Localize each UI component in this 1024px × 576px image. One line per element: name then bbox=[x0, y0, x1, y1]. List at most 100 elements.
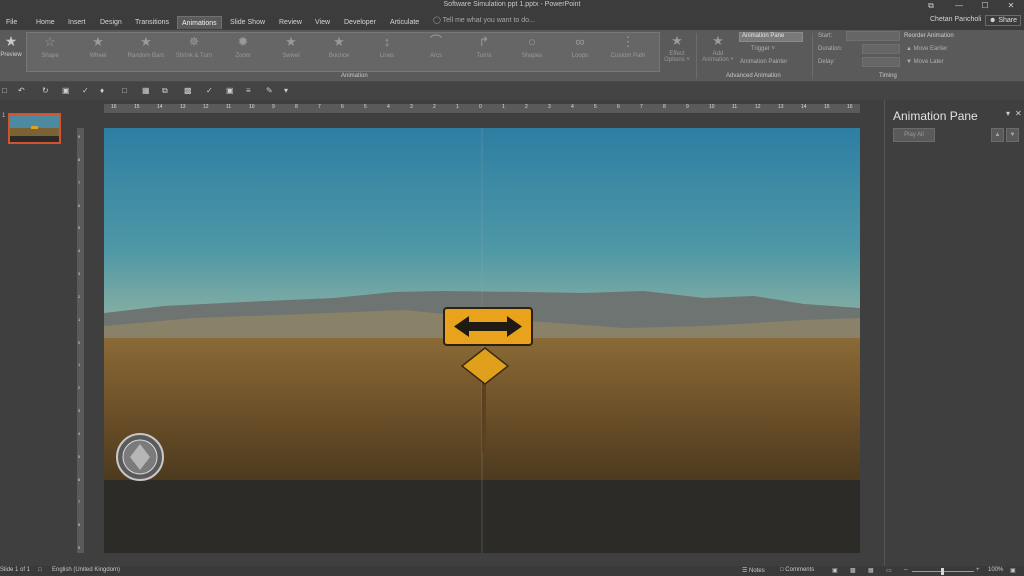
ruler-tick: 3 bbox=[78, 408, 81, 413]
user-name[interactable]: Chetan Pancholi bbox=[930, 16, 981, 23]
move-later-button[interactable]: ▼ Move Later bbox=[906, 59, 944, 65]
ruler-tick: 14 bbox=[157, 104, 163, 110]
delay-input[interactable] bbox=[862, 57, 900, 67]
tell-me-search[interactable]: ◯ Tell me what you want to do... bbox=[433, 16, 535, 24]
tab-slide-show[interactable]: Slide Show bbox=[226, 16, 269, 29]
star-icon: ★ bbox=[92, 34, 104, 49]
close-button[interactable]: ✕ bbox=[1000, 0, 1022, 12]
arc-path-icon: ⌒ bbox=[429, 34, 443, 49]
slide-layout-icon[interactable]: ▩ bbox=[184, 86, 192, 95]
duration-input[interactable] bbox=[862, 44, 900, 54]
animation-wheel[interactable]: ★ Wheel bbox=[73, 34, 123, 59]
draw-icon[interactable]: ✎ bbox=[266, 86, 273, 95]
comments-button[interactable]: □ Comments bbox=[780, 567, 814, 573]
tab-design[interactable]: Design bbox=[96, 16, 126, 29]
ribbon-display-options-icon[interactable]: ⧉ bbox=[920, 0, 942, 12]
slide-show-icon[interactable]: ▭ bbox=[886, 567, 892, 574]
loop-path-icon: ∞ bbox=[575, 34, 585, 49]
pane-menu-icon[interactable]: ▾ bbox=[1006, 109, 1010, 118]
tab-view[interactable]: View bbox=[311, 16, 334, 29]
animation-pane-button[interactable]: Animation Pane bbox=[739, 32, 803, 42]
start-from-beginning-icon[interactable]: ▣ bbox=[62, 86, 70, 95]
slide-thumbnail[interactable] bbox=[8, 113, 61, 144]
language-status[interactable]: English (United Kingdom) bbox=[52, 567, 120, 573]
trigger-button[interactable]: Trigger ˅ bbox=[751, 46, 775, 52]
zoom-level[interactable]: 100% bbox=[988, 567, 1003, 573]
tab-review[interactable]: Review bbox=[275, 16, 306, 29]
tab-file[interactable]: File bbox=[2, 16, 21, 29]
animation-shape[interactable]: ☆ Shape bbox=[25, 34, 75, 59]
tab-developer[interactable]: Developer bbox=[340, 16, 380, 29]
animation-custom-path[interactable]: ⋮ Custom Path bbox=[603, 34, 653, 59]
animation-turns[interactable]: ↱ Turns bbox=[459, 34, 509, 59]
ruler-tick: 15 bbox=[824, 104, 830, 110]
animation-loops[interactable]: ∞ Loops bbox=[555, 34, 605, 59]
person-icon: ☻ bbox=[989, 17, 999, 24]
animation-zoom[interactable]: ✹ Zoom bbox=[218, 34, 268, 59]
minimize-button[interactable]: — bbox=[948, 0, 970, 12]
spelling-icon[interactable]: □ bbox=[38, 567, 42, 573]
open-folder-icon[interactable]: ▦ bbox=[142, 86, 150, 95]
tab-animations[interactable]: Animations bbox=[177, 16, 222, 29]
move-earlier-button[interactable]: ▲ Move Earlier bbox=[906, 46, 947, 52]
zoom-slider-thumb[interactable] bbox=[941, 568, 944, 575]
add-animation-button[interactable]: ★ Add Animation ˅ bbox=[700, 33, 736, 63]
animation-trigger-icon[interactable] bbox=[116, 433, 164, 481]
ruler-tick: 9 bbox=[78, 545, 81, 550]
animation-swivel[interactable]: ★ Swivel bbox=[266, 34, 316, 59]
preview-button[interactable]: ★ Preview bbox=[0, 33, 22, 58]
share-button[interactable]: ☻ Share bbox=[985, 15, 1021, 26]
tab-transitions[interactable]: Transitions bbox=[131, 16, 173, 29]
touch-mode-icon[interactable]: ✓ bbox=[82, 86, 89, 95]
animation-random-bars[interactable]: ★ Random Bars bbox=[121, 34, 171, 59]
slide-sorter-icon[interactable]: ▩ bbox=[850, 567, 856, 574]
reading-view-icon[interactable]: ▦ bbox=[868, 567, 874, 574]
ruler-tick: 1 bbox=[78, 362, 81, 368]
ruler-tick: 6 bbox=[617, 104, 620, 110]
align-icon[interactable]: ≡ bbox=[246, 86, 251, 95]
undo-icon[interactable]: ↶ bbox=[18, 86, 25, 95]
ruler-tick: 7 bbox=[640, 104, 643, 110]
ruler-tick: 10 bbox=[249, 104, 255, 110]
move-up-arrow-icon[interactable]: ▲ bbox=[991, 128, 1004, 142]
ruler-tick: 13 bbox=[778, 104, 784, 110]
notes-icon: ☰ bbox=[742, 568, 750, 574]
save-icon[interactable]: □ bbox=[2, 86, 7, 95]
ruler-tick: 0 bbox=[479, 104, 482, 110]
window-title: Software Simulation ppt 1.pptx - PowerPo… bbox=[443, 1, 581, 8]
group-separator bbox=[812, 33, 813, 79]
animation-arcs[interactable]: ⌒ Arcs bbox=[411, 34, 461, 59]
tab-articulate[interactable]: Articulate bbox=[386, 16, 423, 29]
new-file-icon[interactable]: □ bbox=[122, 86, 127, 95]
effect-options-button[interactable]: ★ Effect Options ˅ bbox=[662, 33, 692, 63]
eyedropper-icon[interactable]: ✓ bbox=[206, 86, 213, 95]
animation-painter-button[interactable]: Animation Painter bbox=[740, 59, 787, 65]
pane-close-icon[interactable]: ✕ bbox=[1015, 109, 1022, 118]
fit-to-window-icon[interactable]: ▣ bbox=[1010, 567, 1016, 574]
tab-home[interactable]: Home bbox=[32, 16, 59, 29]
move-down-arrow-icon[interactable]: ▼ bbox=[1006, 128, 1019, 142]
normal-view-icon[interactable]: ▣ bbox=[832, 567, 838, 574]
zoom-in-icon[interactable]: + bbox=[976, 567, 980, 573]
maximize-button[interactable]: ☐ bbox=[974, 0, 996, 12]
zoom-out-icon[interactable]: – bbox=[904, 567, 907, 573]
animation-shrink-turn[interactable]: ✵ Shrink & Turn bbox=[169, 34, 219, 59]
notes-button[interactable]: ☰ Notes bbox=[742, 567, 765, 574]
copy-icon[interactable]: ⧉ bbox=[162, 86, 168, 96]
status-bar: Slide 1 of 1 □ English (United Kingdom) … bbox=[0, 566, 1024, 576]
customize-toolbar-icon[interactable]: ▾ bbox=[284, 86, 288, 95]
animation-bounce[interactable]: ★ Bounce bbox=[314, 34, 364, 59]
slide-number: 1 bbox=[2, 113, 6, 119]
redo-icon[interactable]: ↻ bbox=[42, 86, 49, 95]
ruler-tick: 5 bbox=[78, 453, 81, 459]
animation-shapes[interactable]: ○ Shapes bbox=[507, 34, 557, 59]
start-dropdown[interactable] bbox=[846, 31, 900, 41]
format-painter-icon[interactable]: ♦ bbox=[100, 86, 104, 95]
animation-lines[interactable]: ↕ Lines bbox=[362, 34, 412, 59]
timing-group-label: Timing bbox=[879, 73, 897, 79]
slide-canvas[interactable] bbox=[104, 128, 860, 553]
shapes-icon[interactable]: ▣ bbox=[226, 86, 234, 95]
tab-insert[interactable]: Insert bbox=[64, 16, 90, 29]
play-all-button[interactable]: Play All bbox=[893, 128, 935, 142]
ruler-tick: 1 bbox=[502, 104, 505, 110]
